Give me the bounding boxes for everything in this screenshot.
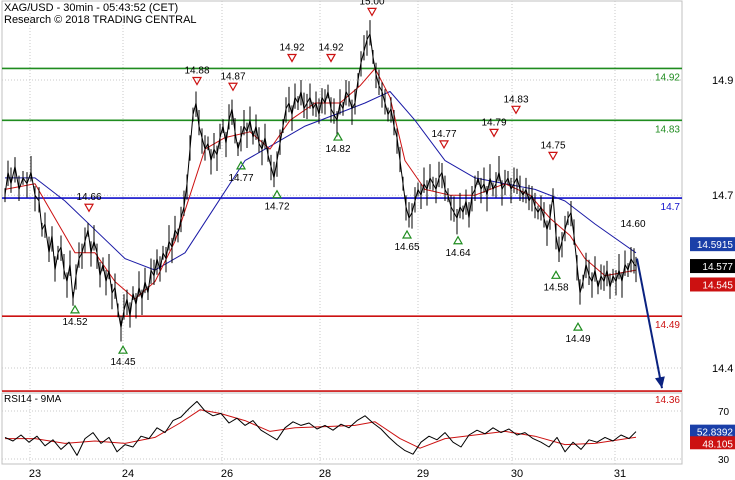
top-marker-icon — [286, 53, 298, 63]
rsi-tick-label: 70 — [718, 407, 730, 418]
x-tick-label: 28 — [319, 468, 331, 480]
annotation-label: 14.79 — [481, 117, 506, 128]
y-tick-label: 14.9 — [712, 75, 733, 87]
chart-header-symbol: XAG/USD - 30min - 05:43:52 (CET) — [4, 2, 179, 14]
price-box-label: 14.577 — [702, 262, 733, 273]
annotation-label: 14.92 — [318, 42, 343, 53]
top-marker-icon — [366, 7, 378, 17]
price-box-label: 14.545 — [702, 280, 733, 291]
top-marker-icon — [488, 128, 500, 138]
top-marker-icon — [547, 151, 559, 161]
level-label: 14.49 — [655, 320, 680, 331]
y-tick-label: 14.4 — [712, 363, 733, 375]
annotation-label: 14.87 — [220, 71, 245, 82]
top-marker-icon — [227, 82, 239, 92]
annotation-label: 14.72 — [264, 202, 289, 213]
projection-arrowhead-icon — [655, 376, 665, 389]
annotation-label: 14.77 — [431, 129, 456, 140]
x-tick-label: 31 — [614, 468, 626, 480]
annotation-label: 14.75 — [540, 140, 565, 151]
chart-header-copyright: Research © 2018 TRADING CENTRAL — [4, 14, 197, 26]
annotation-label: 14.88 — [184, 66, 209, 77]
price-chart: 14.92 14.83 14.7 14.49 14.36 14.66 14.52 14.45… — [1, 0, 735, 480]
rsi-ma-label: 48.105 — [702, 439, 733, 450]
level-label: 14.7 — [661, 202, 681, 213]
annotation-label: 15.00 — [359, 0, 384, 7]
annotation-label: 14.83 — [503, 94, 528, 105]
level-label: 14.36 — [655, 395, 680, 406]
annotation-label: 14.49 — [565, 334, 590, 345]
rsi-tick-label: 30 — [718, 455, 730, 466]
annotation-label: 14.66 — [76, 192, 101, 203]
bottom-marker-icon — [572, 321, 584, 331]
top-marker-icon — [438, 140, 450, 150]
x-tick-label: 26 — [221, 468, 233, 480]
x-tick-label: 23 — [29, 468, 41, 480]
annotation-label: 14.92 — [279, 42, 304, 53]
price-box-label: 14.5915 — [697, 240, 734, 251]
bottom-marker-icon — [332, 131, 344, 141]
annotation-label: 14.82 — [325, 144, 350, 155]
annotation-label: 14.60 — [620, 219, 645, 230]
x-tick-label: 29 — [417, 468, 429, 480]
plot-border — [1, 0, 683, 392]
annotation-label: 14.77 — [228, 173, 253, 184]
rsi-title: RSI14 - 9MA — [4, 394, 62, 405]
rsi-border — [1, 392, 683, 465]
annotation-label: 14.58 — [543, 282, 568, 293]
annotation-label: 14.65 — [394, 242, 419, 253]
bottom-marker-icon — [550, 270, 562, 279]
level-label: 14.83 — [655, 124, 680, 135]
top-marker-icon — [510, 105, 522, 115]
annotation-label: 14.52 — [62, 317, 87, 328]
bottom-marker-icon — [69, 304, 81, 314]
level-label: 14.92 — [655, 72, 680, 83]
top-marker-icon — [191, 76, 203, 86]
bottom-marker-icon — [452, 235, 464, 245]
y-tick-label: 14.7 — [712, 190, 733, 202]
top-marker-icon — [83, 203, 95, 213]
bottom-marker-icon — [401, 229, 413, 239]
bottom-marker-icon — [271, 189, 283, 199]
top-marker-icon — [325, 53, 337, 63]
annotation-label: 14.64 — [445, 248, 470, 259]
x-tick-label: 24 — [122, 468, 134, 480]
x-tick-label: 30 — [511, 468, 523, 480]
annotation-label: 14.45 — [110, 357, 135, 368]
